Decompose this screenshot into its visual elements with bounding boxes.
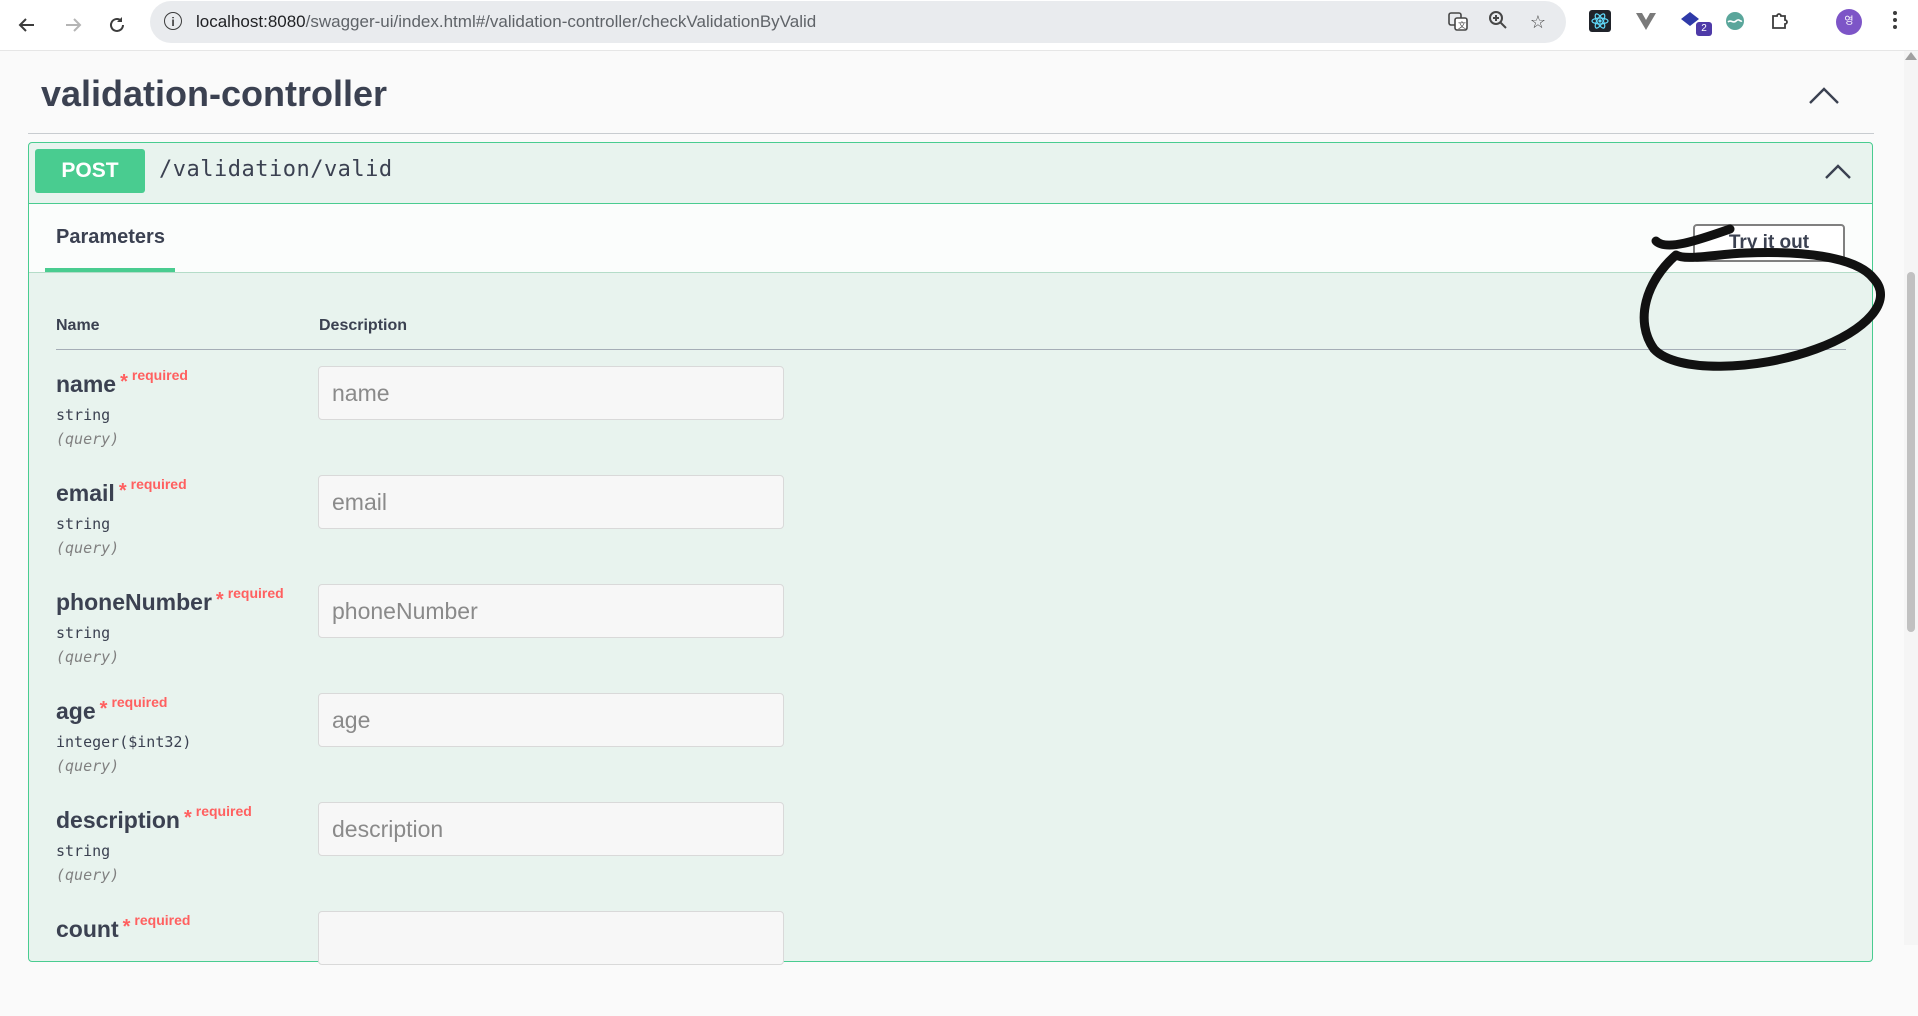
- parameter-name-text: name: [56, 371, 117, 397]
- phone-number-input[interactable]: [318, 584, 784, 638]
- operation-block: POST /validation/valid Parameters Try it…: [28, 142, 1873, 965]
- url-path: /swagger-ui/index.html#/validation-contr…: [305, 12, 817, 31]
- hand-drawn-circle-annotation: [1639, 224, 1885, 371]
- chevron-up-icon[interactable]: [1823, 159, 1853, 183]
- required-star: *: [120, 371, 128, 393]
- parameter-location: (query): [56, 757, 120, 775]
- parameter-name-text: email: [56, 480, 115, 506]
- age-input[interactable]: [318, 693, 784, 747]
- browser-toolbar: i localhost:8080/swagger-ui/index.html#/…: [0, 0, 1918, 51]
- parameter-name: age * required: [56, 694, 167, 725]
- required-star: *: [215, 589, 224, 611]
- parameter-location: (query): [56, 539, 120, 557]
- chevron-up-icon[interactable]: [1806, 81, 1842, 109]
- count-input[interactable]: [318, 911, 784, 965]
- extension-globe-icon[interactable]: [1723, 10, 1747, 34]
- parameter-type: string: [56, 515, 111, 533]
- translate-icon[interactable]: 文: [1446, 10, 1470, 34]
- parameter-type: string: [56, 842, 111, 860]
- parameter-type: integer($int32): [56, 733, 192, 751]
- parameter-row-count: count * required: [56, 911, 1846, 1016]
- tab-active-indicator: [45, 268, 175, 272]
- required-label: required: [195, 803, 252, 819]
- http-method-badge: POST: [35, 149, 145, 193]
- column-header-name: Name: [56, 317, 100, 334]
- parameter-name-text: age: [56, 698, 96, 724]
- required-star: *: [122, 916, 131, 938]
- parameter-type: string: [56, 624, 111, 642]
- required-star: *: [183, 807, 192, 829]
- parameter-location: (query): [56, 648, 120, 666]
- required-label: required: [111, 694, 168, 710]
- parameter-row-phoneNumber: phoneNumber * required string (query): [56, 584, 1846, 689]
- bookmark-star-icon[interactable]: ☆: [1526, 10, 1550, 34]
- parameter-location: (query): [56, 430, 120, 448]
- profile-avatar[interactable]: 영: [1836, 9, 1862, 35]
- description-input[interactable]: [318, 802, 784, 856]
- url-host: localhost:8080: [196, 12, 306, 31]
- extensions-puzzle-icon[interactable]: [1768, 10, 1792, 34]
- scrollbar-thumb[interactable]: [1907, 272, 1915, 632]
- required-star: *: [99, 698, 108, 720]
- parameter-row-name: name * required string (query): [56, 366, 1846, 471]
- parameter-name-text: phoneNumber: [56, 589, 212, 615]
- zoom-icon[interactable]: [1486, 10, 1510, 34]
- column-divider: [56, 349, 1846, 350]
- controller-title[interactable]: validation-controller: [41, 73, 387, 115]
- controller-divider: [28, 133, 1874, 134]
- reload-icon[interactable]: [101, 9, 133, 41]
- extension-badge: 2: [1696, 22, 1712, 36]
- browser-menu-icon[interactable]: [1883, 10, 1907, 34]
- parameter-name: description * required: [56, 803, 252, 834]
- required-label: required: [227, 585, 284, 601]
- operation-path: /validation/valid: [159, 157, 393, 182]
- required-label: required: [130, 476, 187, 492]
- vue-devtools-icon[interactable]: [1634, 10, 1658, 34]
- svg-text:文: 文: [1458, 20, 1466, 30]
- parameter-location: (query): [56, 866, 120, 884]
- parameters-header: Parameters Try it out: [29, 204, 1872, 273]
- parameter-name-text: description: [56, 807, 180, 833]
- required-label: required: [131, 367, 188, 383]
- back-icon[interactable]: [11, 9, 43, 41]
- site-info-icon[interactable]: i: [164, 12, 182, 30]
- required-label: required: [134, 912, 191, 928]
- name-input[interactable]: [318, 366, 784, 420]
- parameter-type: string: [56, 406, 111, 424]
- react-devtools-icon[interactable]: [1588, 10, 1612, 34]
- address-bar[interactable]: i localhost:8080/swagger-ui/index.html#/…: [150, 1, 1566, 43]
- parameter-name: email * required: [56, 476, 187, 507]
- forward-icon[interactable]: [57, 9, 89, 41]
- required-star: *: [118, 480, 127, 502]
- tab-parameters[interactable]: Parameters: [56, 226, 165, 249]
- column-header-description: Description: [319, 317, 408, 334]
- parameter-name: phoneNumber * required: [56, 585, 284, 616]
- parameter-name: count * required: [56, 912, 190, 943]
- parameter-row-description: description * required string (query): [56, 802, 1846, 907]
- parameter-row-email: email * required string (query): [56, 475, 1846, 580]
- scroll-up-arrow-icon[interactable]: [1905, 52, 1917, 60]
- url-text: localhost:8080/swagger-ui/index.html#/va…: [196, 12, 816, 32]
- parameter-row-age: age * required integer($int32) (query): [56, 693, 1846, 798]
- parameter-name: name * required: [56, 367, 188, 398]
- swagger-page: validation-controller POST /validation/v…: [0, 51, 1900, 965]
- operation-summary[interactable]: POST /validation/valid: [29, 143, 1872, 204]
- parameter-name-text: count: [56, 916, 119, 942]
- email-input[interactable]: [318, 475, 784, 529]
